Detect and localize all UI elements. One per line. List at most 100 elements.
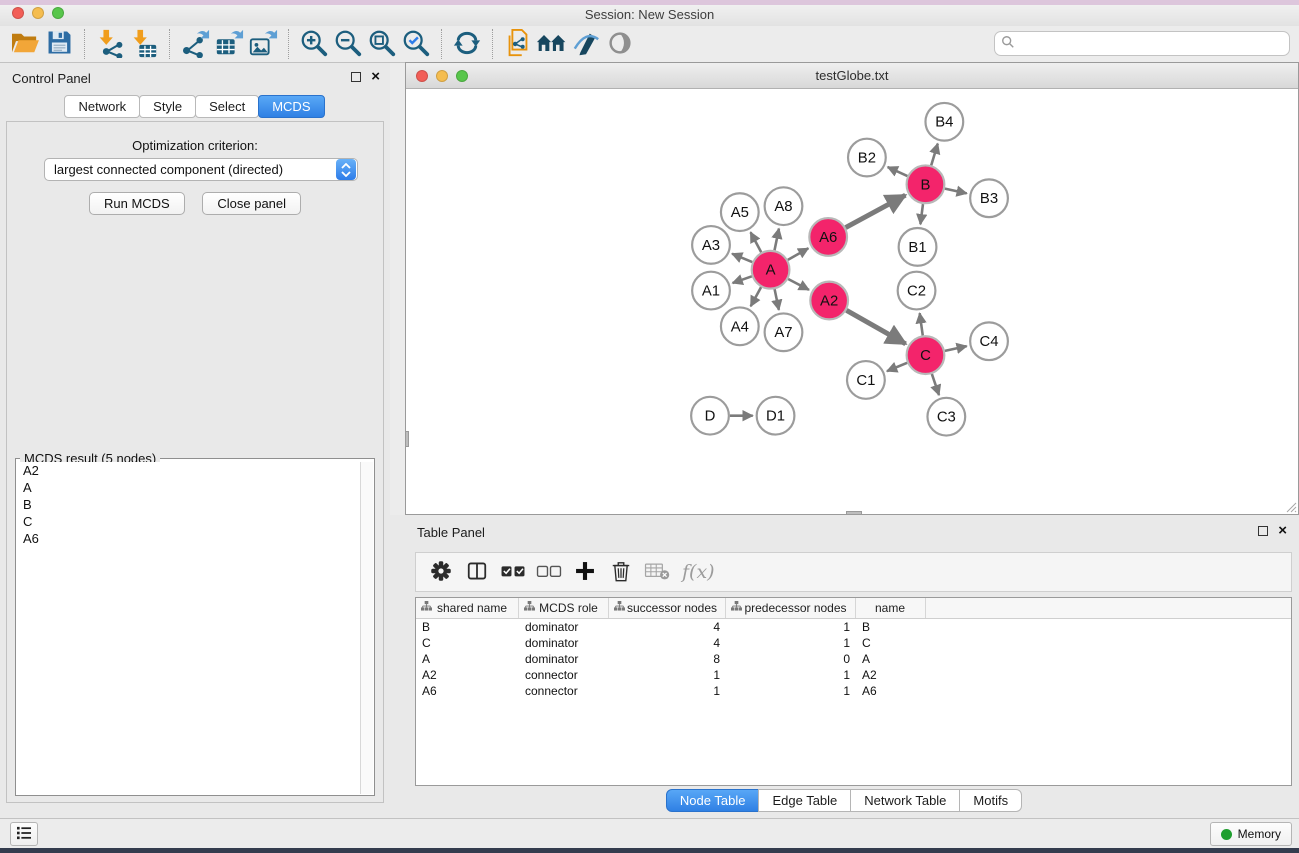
- graph-edge-C-C2[interactable]: [920, 313, 923, 335]
- graph-node-A8[interactable]: A8: [765, 187, 803, 225]
- graph-edge-A-A2[interactable]: [788, 279, 809, 290]
- graph-node-B[interactable]: B: [907, 165, 945, 203]
- graph-edge-C-C4[interactable]: [945, 346, 967, 351]
- graph-edge-A2-C[interactable]: [846, 310, 905, 344]
- mcds-result-item[interactable]: A: [17, 479, 360, 496]
- refresh-button[interactable]: [450, 28, 484, 60]
- tab-select[interactable]: Select: [195, 95, 259, 118]
- bird-view-button[interactable]: [603, 28, 637, 60]
- export-network-button[interactable]: [178, 28, 212, 60]
- graph-edge-C-C3[interactable]: [932, 374, 939, 395]
- graph-node-A7[interactable]: A7: [765, 313, 803, 351]
- graph-node-A4[interactable]: A4: [721, 307, 759, 345]
- mcds-result-scrollbar[interactable]: [360, 462, 373, 794]
- table-row[interactable]: Adominator80A: [416, 651, 1291, 667]
- show-column-button[interactable]: [462, 557, 492, 587]
- network-window-titlebar[interactable]: testGlobe.txt: [406, 63, 1298, 89]
- delete-column-button[interactable]: [606, 557, 636, 587]
- mcds-result-item[interactable]: A2: [17, 462, 360, 479]
- graph-edge-C-C1[interactable]: [887, 363, 907, 371]
- delete-table-button[interactable]: [642, 557, 672, 587]
- column-header-name[interactable]: name: [856, 598, 926, 618]
- graph-edge-B-B1[interactable]: [920, 204, 923, 224]
- graph-node-A5[interactable]: A5: [721, 193, 759, 231]
- close-table-panel-icon[interactable]: ×: [1278, 526, 1287, 536]
- table-row[interactable]: A6connector11A6: [416, 683, 1291, 699]
- save-session-button[interactable]: [42, 28, 76, 60]
- tab-motifs[interactable]: Motifs: [959, 789, 1022, 812]
- mcds-result-item[interactable]: A6: [17, 530, 360, 547]
- column-header-successor-nodes[interactable]: successor nodes: [609, 598, 726, 618]
- table-row[interactable]: Cdominator41C: [416, 635, 1291, 651]
- search-input[interactable]: [1019, 36, 1289, 51]
- mcds-result-list[interactable]: A2ABCA6: [17, 462, 360, 794]
- graph-node-C3[interactable]: C3: [927, 398, 965, 436]
- graph-node-A[interactable]: A: [752, 251, 790, 289]
- tab-network[interactable]: Network: [64, 95, 140, 118]
- zoom-selected-button[interactable]: [399, 28, 433, 60]
- graph-edge-A-A4[interactable]: [751, 287, 761, 306]
- graph-node-A3[interactable]: A3: [692, 226, 730, 264]
- run-mcds-button[interactable]: Run MCDS: [89, 192, 185, 215]
- home-view-button[interactable]: [535, 28, 569, 60]
- export-image-button[interactable]: [246, 28, 280, 60]
- graph-edge-A-A7[interactable]: [775, 289, 779, 310]
- graph-node-B3[interactable]: B3: [970, 179, 1008, 217]
- float-panel-icon[interactable]: [351, 72, 361, 82]
- graph-node-D1[interactable]: D1: [757, 397, 795, 435]
- clone-network-button[interactable]: [501, 28, 535, 60]
- graph-node-C4[interactable]: C4: [970, 322, 1008, 360]
- window-resize-grip[interactable]: [1283, 499, 1297, 513]
- column-header-predecessor-nodes[interactable]: predecessor nodes: [726, 598, 856, 618]
- graph-node-C2[interactable]: C2: [898, 272, 936, 310]
- graph-node-D[interactable]: D: [691, 397, 729, 435]
- create-column-button[interactable]: [570, 557, 600, 587]
- mcds-result-item[interactable]: B: [17, 496, 360, 513]
- zoom-fit-button[interactable]: [365, 28, 399, 60]
- select-all-columns-button[interactable]: [498, 557, 528, 587]
- node-table-header[interactable]: shared nameMCDS rolesuccessor nodesprede…: [416, 598, 1291, 619]
- graph-edge-A-A6[interactable]: [788, 248, 808, 260]
- network-canvas[interactable]: B4 B2 B B3 A5A8A6 A3 B1 A A1 C2 A2 A4A7 C4 C C1 C3 D D1: [407, 90, 1297, 513]
- tab-network-table[interactable]: Network Table: [850, 789, 960, 812]
- tab-edge-table[interactable]: Edge Table: [758, 789, 851, 812]
- graph-node-C[interactable]: C: [907, 336, 945, 374]
- function-builder-button[interactable]: f(x): [678, 561, 715, 583]
- tab-mcds[interactable]: MCDS: [258, 95, 324, 118]
- memory-button[interactable]: Memory: [1210, 822, 1292, 846]
- open-file-button[interactable]: [8, 28, 42, 60]
- unselect-all-columns-button[interactable]: [534, 557, 564, 587]
- close-panel-icon[interactable]: ×: [371, 72, 380, 82]
- float-table-panel-icon[interactable]: [1258, 526, 1268, 536]
- graph-edge-A-A8[interactable]: [775, 229, 779, 251]
- tab-style[interactable]: Style: [139, 95, 196, 118]
- graph-edge-B-B4[interactable]: [931, 144, 938, 166]
- graph-edge-A-A1[interactable]: [733, 276, 752, 283]
- graph-edge-B-B3[interactable]: [945, 189, 967, 194]
- column-header-shared-name[interactable]: shared name: [416, 598, 519, 618]
- hide-graphics-details-button[interactable]: [569, 28, 603, 60]
- graph-node-A2[interactable]: A2: [810, 282, 848, 320]
- graph-node-B2[interactable]: B2: [848, 139, 886, 177]
- graph-edge-A-A5[interactable]: [751, 232, 762, 252]
- graph-node-B1[interactable]: B1: [899, 228, 937, 266]
- graph-edge-B-B2[interactable]: [888, 167, 908, 176]
- table-row[interactable]: Bdominator41B: [416, 619, 1291, 635]
- graph-node-A6[interactable]: A6: [809, 218, 847, 256]
- export-table-button[interactable]: [212, 28, 246, 60]
- graph-node-C1[interactable]: C1: [847, 361, 885, 399]
- zoom-out-button[interactable]: [331, 28, 365, 60]
- graph-node-A1[interactable]: A1: [692, 272, 730, 310]
- toolbar-search-field[interactable]: [994, 31, 1290, 56]
- graph-node-B4[interactable]: B4: [925, 103, 963, 141]
- import-network-button[interactable]: [93, 28, 127, 60]
- left-splitter-handle[interactable]: [405, 431, 409, 447]
- table-settings-button[interactable]: [426, 557, 456, 587]
- close-panel-button[interactable]: Close panel: [202, 192, 301, 215]
- task-history-button[interactable]: [10, 822, 38, 846]
- import-table-button[interactable]: [127, 28, 161, 60]
- tab-node-table[interactable]: Node Table: [666, 789, 760, 812]
- graph-edge-A6-B[interactable]: [846, 195, 906, 227]
- zoom-in-button[interactable]: [297, 28, 331, 60]
- table-row[interactable]: A2connector11A2: [416, 667, 1291, 683]
